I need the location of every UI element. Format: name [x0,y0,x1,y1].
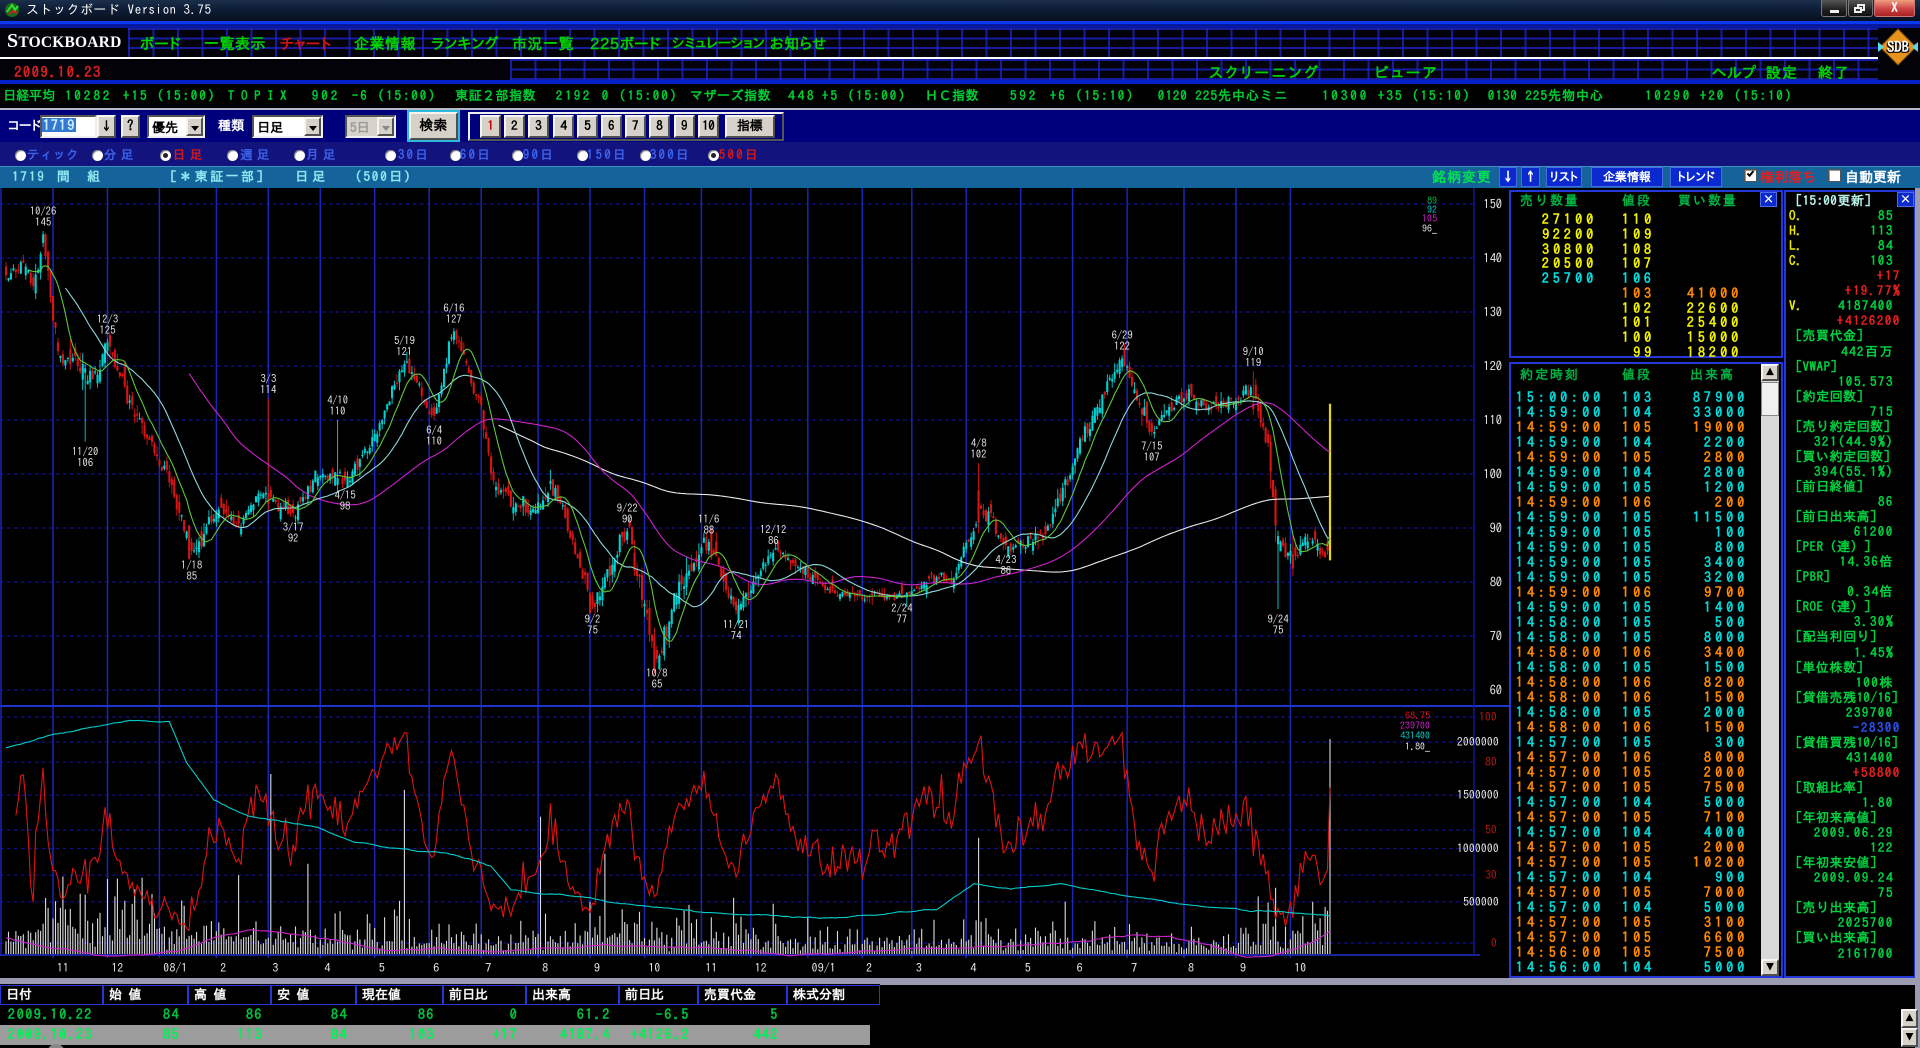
svg-text:10: 10 [1294,962,1306,974]
svg-text:88: 88 [704,526,715,536]
svg-text:127: 127 [446,315,462,325]
svg-text:3: 3 [272,962,278,974]
svg-text:65: 65 [652,680,663,690]
svg-text:7: 7 [485,962,491,974]
svg-text:110: 110 [330,407,346,417]
svg-text:92: 92 [288,534,299,544]
svg-text:6: 6 [433,962,439,974]
svg-text:11: 11 [705,962,717,974]
svg-text:86: 86 [1001,567,1012,577]
svg-text:110: 110 [426,437,442,447]
svg-text:122: 122 [1114,342,1130,352]
svg-text:9/24: 9/24 [1268,613,1289,625]
svg-text:12/12: 12/12 [760,524,786,536]
svg-text:2/24: 2/24 [890,602,912,614]
svg-text:11/20: 11/20 [72,446,98,458]
svg-text:120: 120 [1484,361,1502,373]
svg-text:30: 30 [1485,869,1497,881]
svg-text:75: 75 [1273,626,1284,636]
svg-text:4: 4 [324,962,330,974]
svg-text:121: 121 [397,348,413,358]
svg-text:125: 125 [100,326,116,336]
svg-text:68.75: 68.75 [1405,711,1430,721]
svg-text:74: 74 [731,631,742,641]
svg-text:1500000: 1500000 [1457,789,1499,801]
svg-text:8: 8 [542,962,548,974]
svg-text:11/6: 11/6 [698,513,719,525]
svg-text:105: 105 [1422,214,1437,224]
svg-text:80: 80 [1485,756,1497,768]
svg-text:4/23: 4/23 [995,554,1016,566]
svg-text:239700: 239700 [1399,721,1430,731]
svg-text:90: 90 [1490,523,1502,535]
svg-text:100: 100 [1479,711,1497,723]
svg-text:85: 85 [186,572,197,582]
svg-text:7: 7 [1131,962,1137,974]
svg-text:50: 50 [1485,824,1497,836]
svg-text:119: 119 [1245,358,1261,368]
svg-text:6/29: 6/29 [1112,329,1133,341]
svg-text:1.80_: 1.80_ [1405,742,1430,752]
svg-text:431400: 431400 [1400,731,1430,741]
svg-text:08/1: 08/1 [163,961,187,974]
svg-text:2: 2 [866,962,873,974]
svg-text:3/3: 3/3 [260,372,276,384]
svg-text:98: 98 [340,502,351,512]
svg-text:9/10: 9/10 [1243,345,1264,357]
svg-text:6/16: 6/16 [443,302,464,314]
svg-text:9/22: 9/22 [617,502,638,514]
svg-text:110: 110 [1484,415,1502,427]
svg-text:9: 9 [594,962,600,974]
svg-text:SDB: SDB [1887,39,1909,54]
svg-text:130: 130 [1484,307,1502,319]
svg-text:10: 10 [649,962,661,974]
svg-text:5: 5 [1025,962,1031,974]
svg-text:75: 75 [587,626,598,636]
svg-text:12/3: 12/3 [97,313,118,325]
svg-text:4/15: 4/15 [335,489,356,501]
svg-text:9: 9 [1240,962,1246,974]
svg-text:100: 100 [1484,469,1502,481]
svg-text:60: 60 [1490,685,1502,697]
svg-text:09/1: 09/1 [812,961,836,974]
svg-text:90: 90 [622,515,633,525]
svg-text:8: 8 [1188,962,1194,974]
svg-text:150: 150 [1484,199,1502,211]
svg-text:86: 86 [768,537,779,547]
svg-text:7/15: 7/15 [1141,440,1162,452]
svg-text:114: 114 [260,385,276,395]
svg-text:2: 2 [220,962,227,974]
svg-text:3: 3 [916,962,922,974]
svg-text:0: 0 [1491,937,1497,949]
svg-text:107: 107 [1144,453,1160,463]
svg-text:5: 5 [379,962,385,974]
svg-text:4/10: 4/10 [327,394,348,406]
svg-text:1000000: 1000000 [1457,843,1499,855]
svg-text:77: 77 [897,615,908,625]
svg-text:80: 80 [1490,577,1502,589]
svg-text:106: 106 [77,459,93,469]
svg-text:5/19: 5/19 [394,335,415,347]
svg-text:70: 70 [1490,631,1502,643]
svg-text:12: 12 [112,962,125,974]
svg-text:4: 4 [970,962,976,974]
svg-text:96_: 96_ [1422,224,1437,234]
svg-text:11/21: 11/21 [723,618,749,630]
svg-text:140: 140 [1484,253,1502,265]
svg-text:6/4: 6/4 [426,424,442,436]
svg-text:12: 12 [755,962,768,974]
svg-text:500000: 500000 [1463,896,1499,908]
svg-text:11: 11 [57,962,69,974]
svg-text:10/8: 10/8 [646,667,667,679]
svg-text:2000000: 2000000 [1457,736,1499,748]
svg-text:4/8: 4/8 [971,437,987,449]
svg-text:9/2: 9/2 [585,613,601,625]
svg-text:10/26: 10/26 [30,205,56,217]
svg-text:145: 145 [35,218,51,228]
svg-text:3/17: 3/17 [283,521,304,533]
svg-text:1/18: 1/18 [181,559,202,571]
svg-text:6: 6 [1077,962,1083,974]
svg-text:102: 102 [971,450,987,460]
